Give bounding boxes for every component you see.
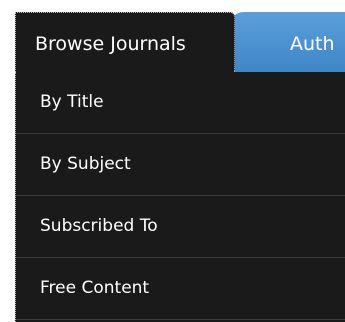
menu-item-label: Subscribed To — [40, 216, 158, 236]
journal-navigation: Auth Browse Journals By Title By Subject… — [0, 0, 345, 322]
tab-browse-journals[interactable]: Browse Journals — [15, 12, 235, 72]
menu-item-by-subject[interactable]: By Subject — [16, 134, 345, 196]
tab-authors[interactable]: Auth — [228, 12, 345, 72]
menu-item-label: By Title — [40, 92, 104, 112]
browse-menu: By Title By Subject Subscribed To Free C… — [15, 72, 345, 322]
menu-item-by-title[interactable]: By Title — [16, 72, 345, 134]
tab-authors-label: Auth — [290, 33, 335, 55]
menu-item-label: Free Content — [40, 278, 150, 298]
menu-item-label: By Subject — [40, 154, 131, 174]
menu-item-subscribed-to[interactable]: Subscribed To — [16, 196, 345, 258]
menu-item-free-content[interactable]: Free Content — [16, 258, 345, 320]
tab-browse-journals-label: Browse Journals — [35, 33, 186, 55]
